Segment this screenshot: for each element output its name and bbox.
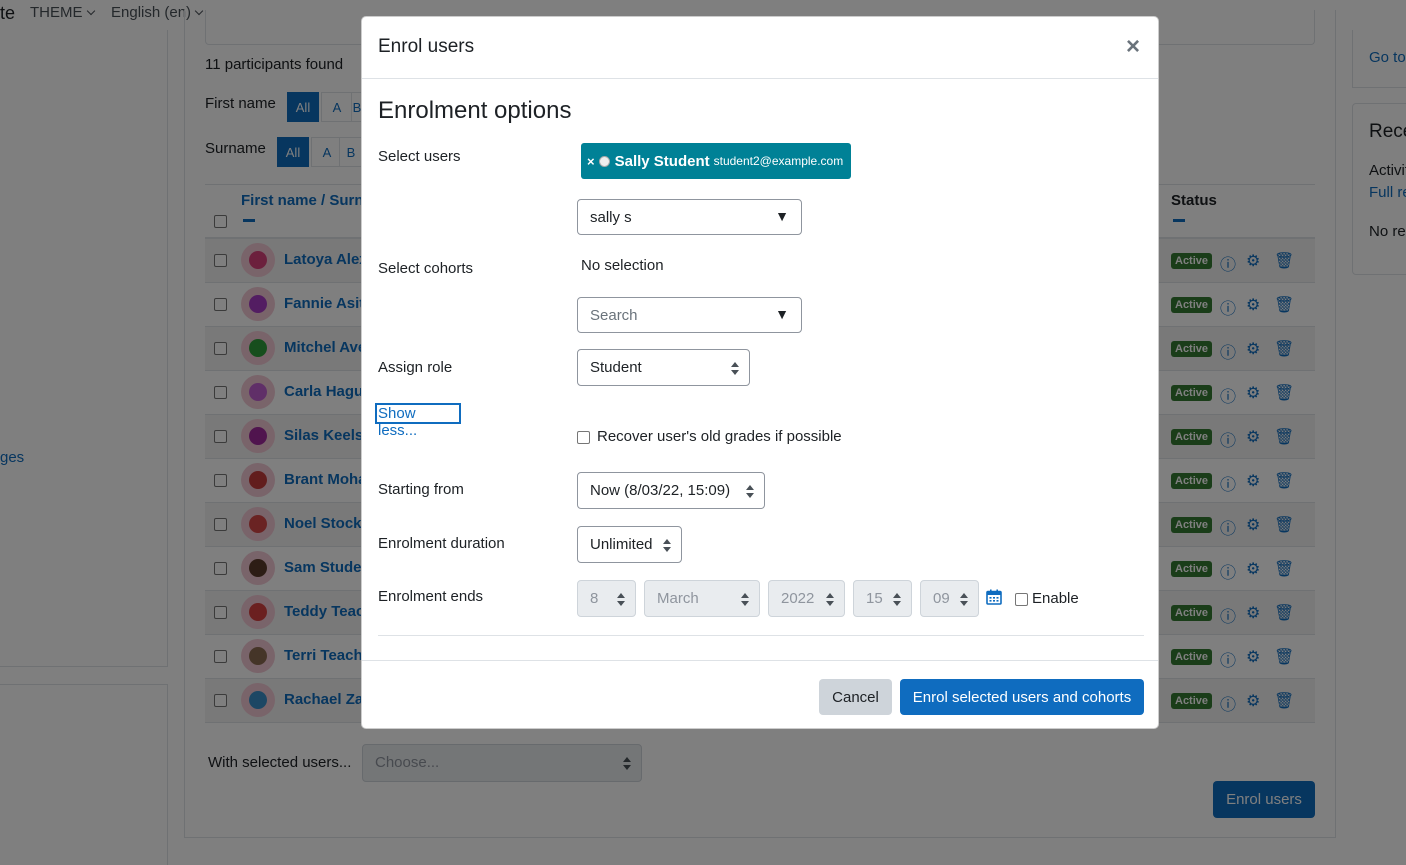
starting-from-value: Now (8/03/22, 15:09) <box>590 482 731 499</box>
user-search-value: sally s <box>590 209 632 226</box>
cohorts-no-selection: No selection <box>581 257 664 274</box>
cancel-button[interactable]: Cancel <box>819 679 892 715</box>
starting-from-label: Starting from <box>378 481 464 498</box>
recover-grades-checkbox[interactable] <box>577 431 590 444</box>
ends-day-value: 8 <box>590 590 599 607</box>
enrolment-duration-label: Enrolment duration <box>378 535 505 552</box>
recover-grades-label[interactable]: Recover user's old grades if possible <box>597 428 842 445</box>
ends-day-select[interactable]: 8 <box>577 580 636 617</box>
select-caret-icon <box>617 593 625 607</box>
dropdown-arrow-icon[interactable]: ▼ <box>775 208 789 224</box>
ends-minute-select[interactable]: 09 <box>920 580 979 617</box>
enrolment-options-heading: Enrolment options <box>378 97 572 124</box>
remove-user-icon[interactable]: × <box>587 154 595 169</box>
ends-month-select[interactable]: March <box>644 580 760 617</box>
select-caret-icon <box>663 539 671 553</box>
select-caret-icon <box>746 485 754 499</box>
ends-hour-value: 15 <box>866 590 883 607</box>
selected-user-name: Sally Student <box>614 152 710 170</box>
enrol-selected-button[interactable]: Enrol selected users and cohorts <box>900 679 1144 715</box>
select-caret-icon <box>826 593 834 607</box>
enrolment-ends-label: Enrolment ends <box>378 588 484 605</box>
selected-user-email: student2@example.com <box>713 154 844 168</box>
cohort-search-input[interactable]: Search ▼ <box>577 297 802 333</box>
select-caret-icon <box>731 362 739 376</box>
show-less-link[interactable]: Show less... <box>375 403 461 439</box>
ends-month-value: March <box>657 590 699 607</box>
user-search-input[interactable]: sally s ▼ <box>577 199 802 235</box>
ends-year-select[interactable]: 2022 <box>768 580 845 617</box>
modal-header: Enrol users × <box>362 17 1158 79</box>
enrolment-duration-select[interactable]: Unlimited <box>577 526 682 563</box>
modal-title: Enrol users <box>378 36 475 57</box>
dropdown-arrow-icon[interactable]: ▼ <box>775 306 789 322</box>
assign-role-select[interactable]: Student <box>577 349 750 386</box>
ends-minute-value: 09 <box>933 590 950 607</box>
enrolment-duration-value: Unlimited <box>590 536 653 553</box>
ends-year-value: 2022 <box>781 590 815 607</box>
user-avatar <box>598 155 610 167</box>
selected-user-chip[interactable]: × Sally Student student2@example.com <box>581 143 852 179</box>
ends-hour-select[interactable]: 15 <box>853 580 912 617</box>
close-icon[interactable]: × <box>1126 33 1140 61</box>
select-caret-icon <box>960 593 968 607</box>
select-cohorts-label: Select cohorts <box>378 260 474 277</box>
assign-role-value: Student <box>590 359 642 376</box>
select-caret-icon <box>893 593 901 607</box>
starting-from-select[interactable]: Now (8/03/22, 15:09) <box>577 472 765 509</box>
calendar-icon[interactable] <box>986 589 1002 605</box>
enable-end-date-checkbox[interactable] <box>1015 593 1028 606</box>
enable-end-date-label[interactable]: Enable <box>1032 590 1079 607</box>
enrol-users-dialog: Enrol users × Enrolment options Select u… <box>361 16 1159 729</box>
divider <box>378 635 1144 636</box>
modal-footer: Cancel Enrol selected users and cohorts <box>362 660 1158 729</box>
select-users-label: Select users <box>378 148 461 165</box>
select-caret-icon <box>741 593 749 607</box>
cohort-search-placeholder: Search <box>590 307 638 324</box>
assign-role-label: Assign role <box>378 359 453 376</box>
